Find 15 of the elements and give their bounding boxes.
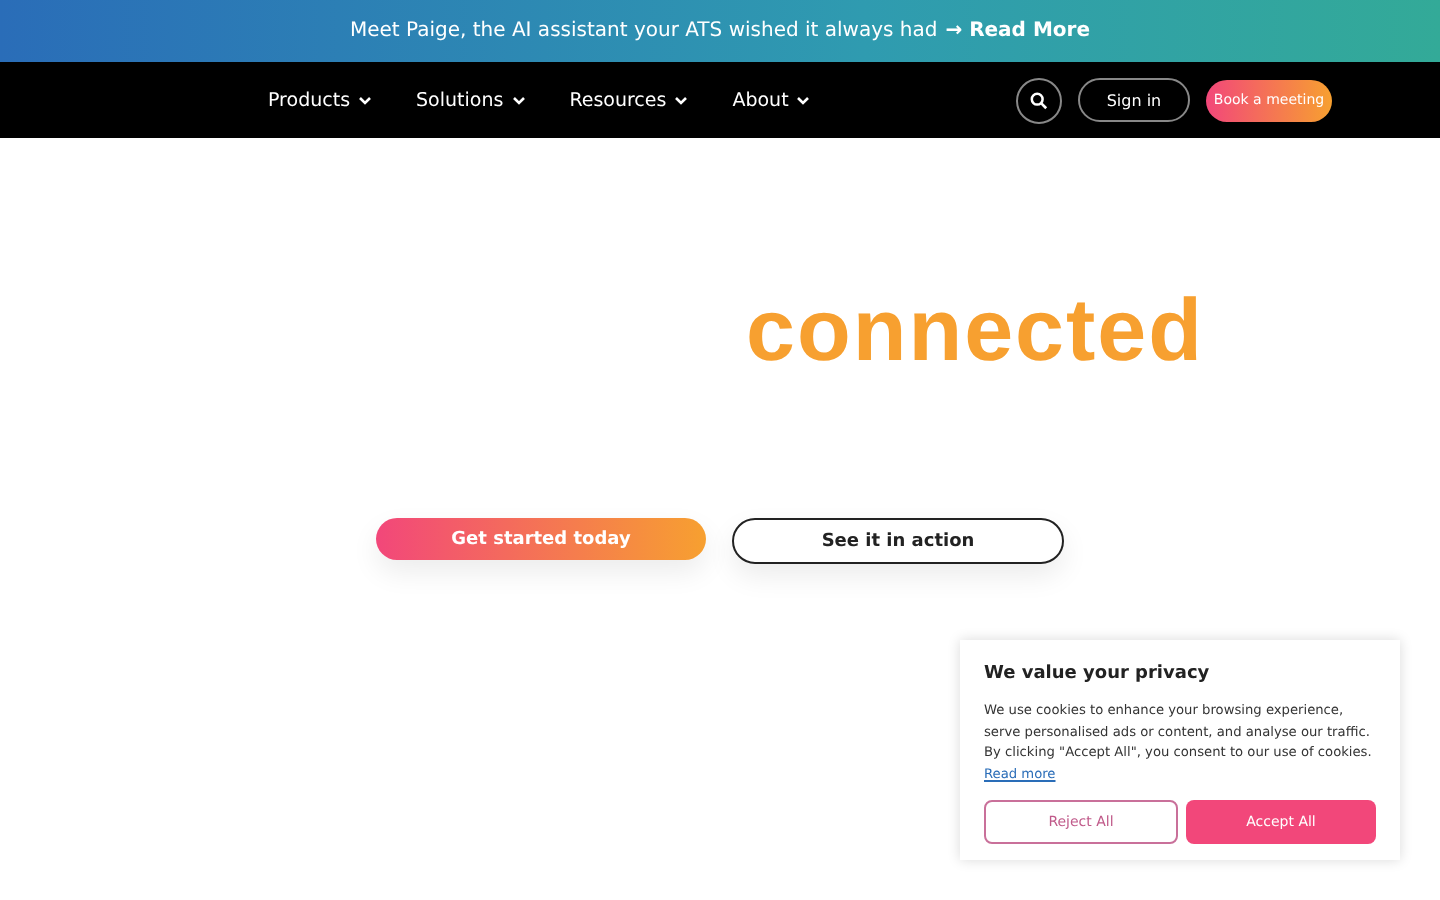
chevron-down-icon [674, 95, 689, 105]
nav-menu-item[interactable]: Solutions [416, 89, 526, 111]
search-button[interactable] [1016, 77, 1062, 123]
cookie-title: We value your privacy [984, 664, 1212, 684]
nav-menu-item[interactable]: Products [268, 89, 373, 111]
nav-menu-item[interactable]: Resources [569, 89, 689, 111]
chevron-down-icon [511, 95, 526, 105]
nav-menu-item[interactable]: About [732, 89, 811, 111]
chevron-down-icon [796, 95, 811, 105]
chevron-down-icon [358, 95, 373, 105]
announcement-text: Meet Paige, the AI assistant your ATS wished it always had [350, 20, 938, 42]
sign-in-button[interactable]: Sign in [1078, 78, 1190, 122]
search-icon [1030, 91, 1048, 109]
hero-headline: connected [745, 282, 1205, 382]
see-in-action-button[interactable]: See it in action [732, 518, 1064, 564]
